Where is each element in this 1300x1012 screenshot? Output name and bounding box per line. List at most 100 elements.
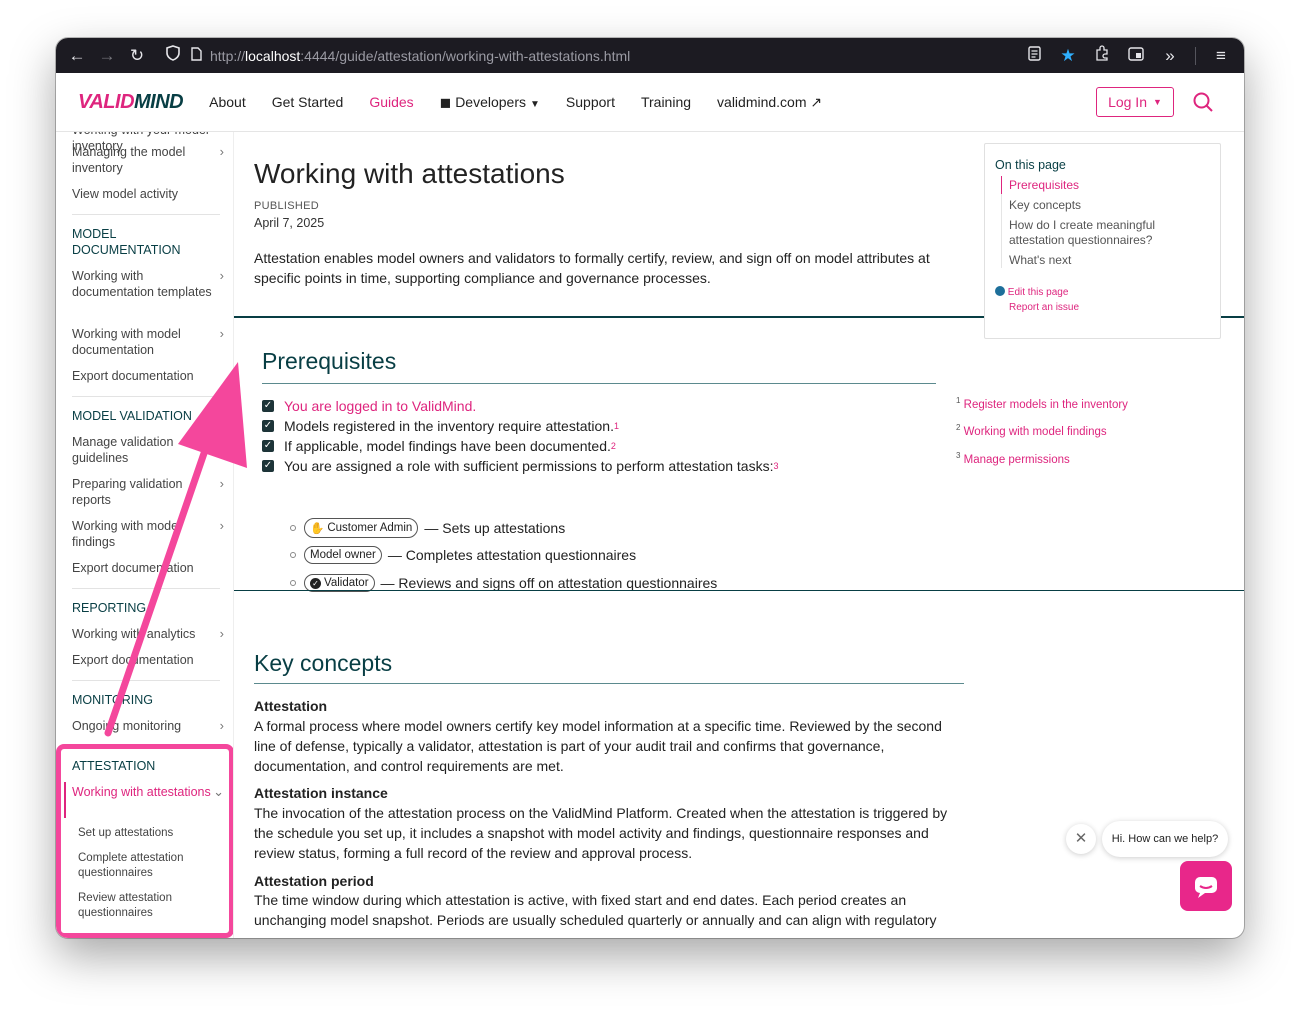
sidebar-item-manage-validation[interactable]: Manage validation guidelines [72,434,222,466]
nav-support[interactable]: Support [566,94,615,111]
intro-paragraph: Attestation enables model owners and val… [254,250,930,286]
chevron-right-icon: › [219,626,224,641]
nav-developers[interactable]: ◼︎ Developers ▼ [440,94,540,111]
validmind-logo[interactable]: VALIDMIND [78,91,184,114]
sidebar-item-doc-templates[interactable]: Working with documentation templates › [72,268,224,300]
chevron-right-icon: › [219,326,224,341]
prereq-item: ✓ Models registered in the inventory req… [262,418,619,434]
prereq-item: ✓ You are logged in to ValidMind. [262,398,476,414]
footnote-ref[interactable]: 3 [773,461,778,471]
footnote-1[interactable]: 1 Register models in the inventory [956,396,1128,411]
nav-validmind-com[interactable]: validmind.com ↗ [717,94,822,111]
sidebar-section-monitoring[interactable]: MONITORING [72,692,227,708]
role-label: Validator [324,577,369,589]
nav-guides[interactable]: Guides [369,94,413,111]
sidebar-item-view-activity[interactable]: View model activity [72,186,222,202]
toc-item-questionnaires[interactable]: How do I create meaningful attestation q… [1009,218,1209,248]
role-pill-customer-admin: ✋ Customer Admin [304,518,419,538]
role-description: — Sets up attestations [424,520,566,536]
sidebar-item-model-doc[interactable]: Working with model documentation › [72,326,224,358]
published-date: April 7, 2025 [254,216,325,230]
sidebar-item-label: Preparing validation reports [72,477,183,507]
bullet-icon [290,580,296,586]
chat-launcher-button[interactable] [1180,861,1232,911]
toc-item-whats-next[interactable]: What's next [1009,253,1209,268]
role-label: Model owner [310,549,376,561]
footnote-number: 2 [956,423,961,432]
definition-attestation-instance: The invocation of the attestation proces… [254,805,948,861]
nav-about[interactable]: About [209,94,246,111]
heading-rule [254,683,964,684]
sidebar-item-label: Working with documentation templates [72,269,212,299]
nav-developers-label: Developers [455,93,527,110]
key-concepts-heading: Key concepts [254,650,393,676]
logged-in-link[interactable]: You are logged in to ValidMind. [284,398,476,414]
back-arrow-icon[interactable]: ← [62,46,92,66]
prerequisites-heading: Prerequisites [262,348,397,374]
forward-arrow-icon[interactable]: → [92,46,122,66]
term-attestation: Attestation [254,698,328,714]
sidebar-item-ongoing-monitoring[interactable]: Ongoing monitoring › [72,718,224,734]
role-item: Model owner — Completes attestation ques… [290,546,636,564]
section-divider [234,590,1244,591]
sidebar-item-label: Ongoing monitoring [72,719,182,733]
sidebar-item-preparing-reports[interactable]: Preparing validation reports › [72,476,224,508]
page-title: Working with attestations [254,158,565,189]
chat-close-button[interactable]: ✕ [1066,824,1096,854]
extensions-icon[interactable] [1087,45,1117,66]
role-item: ✋ Customer Admin — Sets up attestations [290,518,565,538]
sidebar-item-export-doc[interactable]: Export documentation [72,368,222,384]
bullet-icon [290,525,296,531]
overflow-chevrons-icon[interactable]: » [1155,46,1185,66]
sidebar-item-managing[interactable]: Managing the model inventory › [72,144,224,176]
sidebar-item-label: Working with model documentation [72,327,181,357]
reload-icon[interactable]: ↻ [122,46,152,66]
browser-window: ← → ↻ http://localhost:4444/guide/attest… [56,38,1244,938]
footnote-3[interactable]: 3 Manage permissions [956,451,1070,466]
chevron-right-icon: › [219,144,224,159]
footnote-ref[interactable]: 1 [614,421,619,431]
sidebar-item-label: Working with analytics [72,627,196,641]
search-icon[interactable] [1192,91,1214,113]
toc-item-key-concepts[interactable]: Key concepts [1009,198,1209,213]
checkbox-checked-icon: ✓ [262,440,274,452]
footnote-ref[interactable]: 2 [611,441,616,451]
nav-validmind-label: validmind.com [717,93,807,110]
reader-view-icon[interactable] [1019,45,1049,66]
sidebar-section-model-validation[interactable]: MODEL VALIDATION [72,408,227,424]
chat-prompt-bubble[interactable]: Hi. How can we help? [1102,821,1228,857]
bookmark-star-icon[interactable]: ★ [1053,46,1083,66]
sidebar-item-export-doc-2[interactable]: Export documentation [72,560,222,576]
nav-get-started[interactable]: Get Started [272,94,344,111]
sidebar-divider [72,396,220,397]
definition-attestation-period: The time window during which attestation… [254,892,937,928]
footnote-number: 1 [956,396,961,405]
edit-page-link[interactable]: Edit this page [995,286,1068,298]
toc-item-prerequisites[interactable]: Prerequisites [1009,178,1209,193]
sidebar-item-export-doc-3[interactable]: Export documentation [72,652,222,668]
sidebar-section-model-documentation[interactable]: MODEL DOCUMENTATION [72,226,227,258]
screenshot-icon[interactable] [1121,46,1151,66]
sidebar-item-findings[interactable]: Working with model findings › [72,518,224,550]
shield-icon[interactable] [158,45,188,66]
hamburger-menu-icon[interactable]: ≡ [1206,46,1236,66]
sidebar: Working with your model inventory Managi… [56,132,234,938]
site-header: VALIDMIND About Get Started Guides ◼︎ De… [56,73,1244,132]
sidebar-divider [72,680,220,681]
report-issue-link[interactable]: Report an issue [1009,302,1079,313]
sidebar-section-reporting[interactable]: REPORTING [72,600,227,616]
sidebar-item-label: Working with model findings [72,519,181,549]
sidebar-item-analytics[interactable]: Working with analytics › [72,626,224,642]
term-attestation-instance: Attestation instance [254,785,388,801]
footnote-2[interactable]: 2 Working with model findings [956,423,1107,438]
address-bar[interactable]: http://localhost:4444/guide/attestation/… [210,48,630,64]
nav-training[interactable]: Training [641,94,691,111]
published-label: PUBLISHED [254,200,320,212]
toc-title: On this page [995,158,1066,172]
main-nav: About Get Started Guides ◼︎ Developers ▼ … [209,94,822,111]
login-button[interactable]: Log In ▼ [1096,87,1174,117]
toc-panel: On this page Prerequisites Key concepts … [984,143,1221,339]
role-description: — Completes attestation questionnaires [387,547,637,563]
sidebar-divider [72,214,220,215]
footnote-number: 3 [956,451,961,460]
